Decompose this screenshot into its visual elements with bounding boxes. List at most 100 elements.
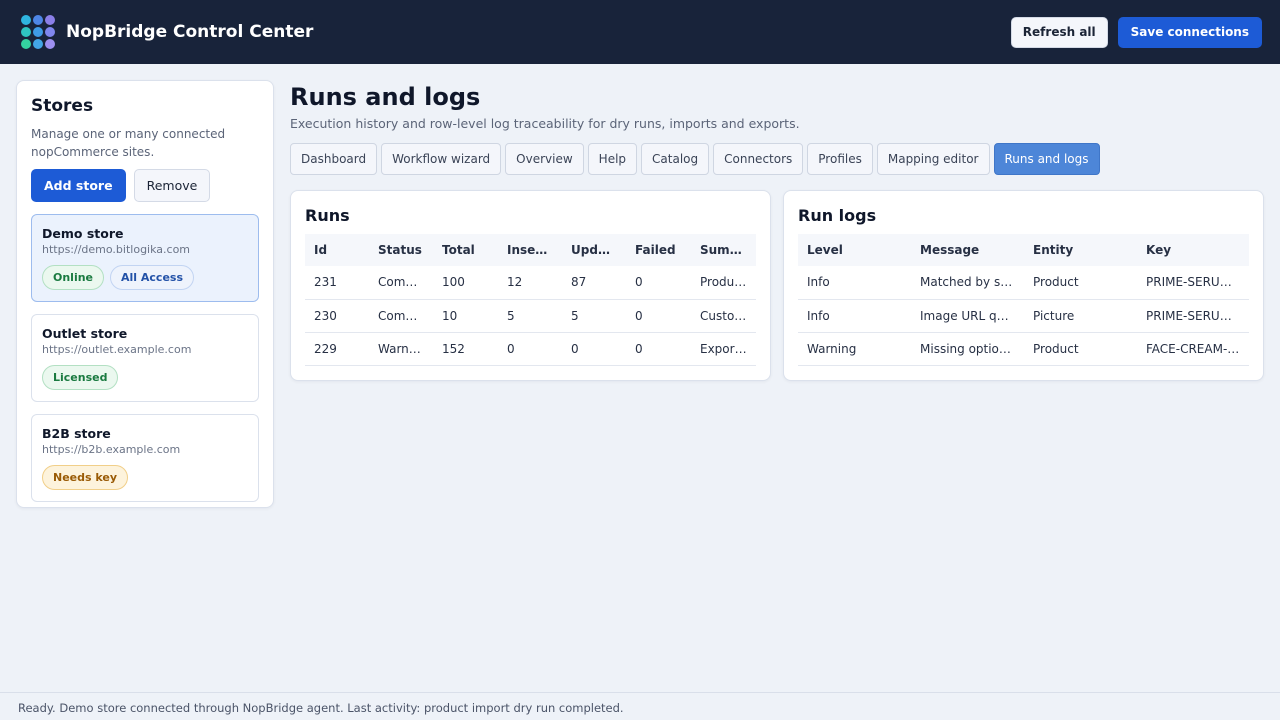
column-header[interactable]: Inserted: [498, 234, 562, 266]
runs-panel: Runs Id Status Total Inserted Updated Failed S…: [290, 190, 771, 381]
add-store-button[interactable]: Add store: [31, 169, 126, 202]
top-bar: NopBridge Control Center Refresh all Sav…: [0, 0, 1280, 64]
runs-body: 231Completed10012870Product import dry r…: [305, 266, 756, 366]
table-cell: 0: [626, 299, 691, 333]
runs-header-row: Id Status Total Inserted Updated Failed Summar…: [305, 234, 756, 266]
logs-header-row: Level Message Entity Key: [798, 234, 1249, 266]
table-cell: 0: [498, 332, 562, 366]
column-header[interactable]: Summary: [691, 234, 756, 266]
refresh-all-button[interactable]: Refresh all: [1010, 16, 1108, 48]
logs-body: InfoMatched by source keyProductPRIME-SE…: [798, 266, 1249, 366]
status-badge: Needs key: [42, 465, 129, 490]
tab-connectors[interactable]: Connectors: [713, 143, 804, 175]
table-row[interactable]: InfoMatched by source keyProductPRIME-SE…: [798, 266, 1249, 300]
column-header[interactable]: Id: [305, 234, 369, 266]
sidebar-actions: Add store Remove: [31, 169, 259, 202]
table-cell: 10: [433, 299, 498, 333]
logo-dot: [21, 15, 31, 25]
remove-store-button[interactable]: Remove: [133, 169, 211, 202]
column-header[interactable]: Level: [798, 234, 911, 266]
table-cell: 87: [562, 266, 626, 300]
table-cell: Product import dry run: [691, 266, 756, 300]
column-header[interactable]: Total: [433, 234, 498, 266]
store-name: Demo store: [42, 226, 124, 241]
logo-dot: [33, 39, 43, 49]
table-cell: PRIME-SERUM-50: [1137, 266, 1249, 300]
run-logs-title: Run logs: [798, 206, 877, 225]
table-cell: Info: [798, 299, 911, 333]
table-cell: 152: [433, 332, 498, 366]
store-url: https://b2b.example.com: [42, 443, 181, 456]
store-list: Demo store https://demo.bitlogika.com Onli…: [31, 214, 259, 502]
stores-sidebar: Stores Manage one or many connected nopC…: [16, 80, 274, 508]
table-cell: Warning: [369, 332, 433, 366]
logo-dot: [45, 27, 55, 37]
store-card[interactable]: Demo store https://demo.bitlogika.com Onli…: [31, 214, 259, 302]
table-row[interactable]: 231Completed10012870Product import dry r…: [305, 266, 756, 300]
save-connections-button[interactable]: Save connections: [1117, 16, 1262, 48]
column-header[interactable]: Entity: [1024, 234, 1137, 266]
table-cell: Product: [1024, 332, 1137, 366]
table-cell: 0: [562, 332, 626, 366]
table-cell: Export catalog: [691, 332, 756, 366]
tab-catalog[interactable]: Catalog: [641, 143, 710, 175]
page-subtitle: Execution history and row-level log trac…: [290, 116, 800, 131]
tab-help[interactable]: Help: [587, 143, 638, 175]
runs-title: Runs: [305, 206, 350, 225]
table-cell: Matched by source key: [911, 266, 1024, 300]
table-cell: Completed: [369, 299, 433, 333]
table-cell: 229: [305, 332, 369, 366]
page-title: Runs and logs: [290, 83, 481, 111]
table-cell: 5: [562, 299, 626, 333]
table-cell: PRIME-SERUM-50: [1137, 299, 1249, 333]
column-header[interactable]: Key: [1137, 234, 1249, 266]
tab-bar: Dashboard Workflow wizard Overview Help Cata…: [290, 143, 1264, 175]
table-cell: Missing optional field: [911, 332, 1024, 366]
tab-overview[interactable]: Overview: [505, 143, 584, 175]
table-cell: Info: [798, 266, 911, 300]
column-header[interactable]: Failed: [626, 234, 691, 266]
tab-runs-and-logs[interactable]: Runs and logs: [993, 143, 1100, 175]
table-cell: Image URL queued: [911, 299, 1024, 333]
table-row[interactable]: Info Image URL queued Picture PRIME-SERUM-5…: [798, 299, 1249, 333]
table-cell: Product: [1024, 266, 1137, 300]
main-content: Runs and logs Execution history and row-…: [290, 80, 1264, 381]
store-badges: Licensed: [42, 365, 248, 390]
table-cell: 231: [305, 266, 369, 300]
tab-workflow-wizard[interactable]: Workflow wizard: [381, 143, 502, 175]
table-cell: 230: [305, 299, 369, 333]
logo-dot: [21, 39, 31, 49]
column-header[interactable]: Updated: [562, 234, 626, 266]
column-header[interactable]: Status: [369, 234, 433, 266]
logo-dot: [21, 27, 31, 37]
status-badge: All Access: [110, 265, 195, 290]
store-badges: Needs key: [42, 465, 248, 490]
table-row[interactable]: 230Completed10550Customer import: [305, 299, 756, 333]
logo-dot: [45, 15, 55, 25]
logo-dot: [45, 39, 55, 49]
sidebar-title: Stores: [31, 96, 94, 116]
tab-profiles[interactable]: Profiles: [807, 143, 873, 175]
status-badge: Licensed: [42, 365, 119, 390]
status-bar: Ready. Demo store connected through NopB…: [0, 692, 1280, 720]
store-badges: Online All Access: [42, 265, 248, 290]
table-cell: Completed: [369, 266, 433, 300]
store-url: https://demo.bitlogika.com: [42, 243, 191, 256]
store-card[interactable]: B2B store https://b2b.example.com Needs ke…: [31, 414, 259, 502]
store-name: Outlet store: [42, 326, 128, 341]
table-cell: Customer import: [691, 299, 756, 333]
store-card[interactable]: Outlet store https://outlet.example.com Li…: [31, 314, 259, 402]
top-actions: Refresh all Save connections: [1010, 16, 1262, 48]
table-cell: 5: [498, 299, 562, 333]
table-row[interactable]: WarningMissing optional fieldProductFACE…: [798, 332, 1249, 366]
table-row[interactable]: 229Warning152000Export catalog: [305, 332, 756, 366]
table-cell: Picture: [1024, 299, 1137, 333]
tab-dashboard[interactable]: Dashboard: [290, 143, 378, 175]
store-name: B2B store: [42, 426, 111, 441]
tab-mapping-editor[interactable]: Mapping editor: [876, 143, 990, 175]
app-logo-icon: [21, 15, 55, 49]
table-cell: 0: [626, 266, 691, 300]
app-title: NopBridge Control Center: [66, 22, 314, 42]
runs-table: Id Status Total Inserted Updated Failed Summar…: [305, 234, 756, 366]
column-header[interactable]: Message: [911, 234, 1024, 266]
